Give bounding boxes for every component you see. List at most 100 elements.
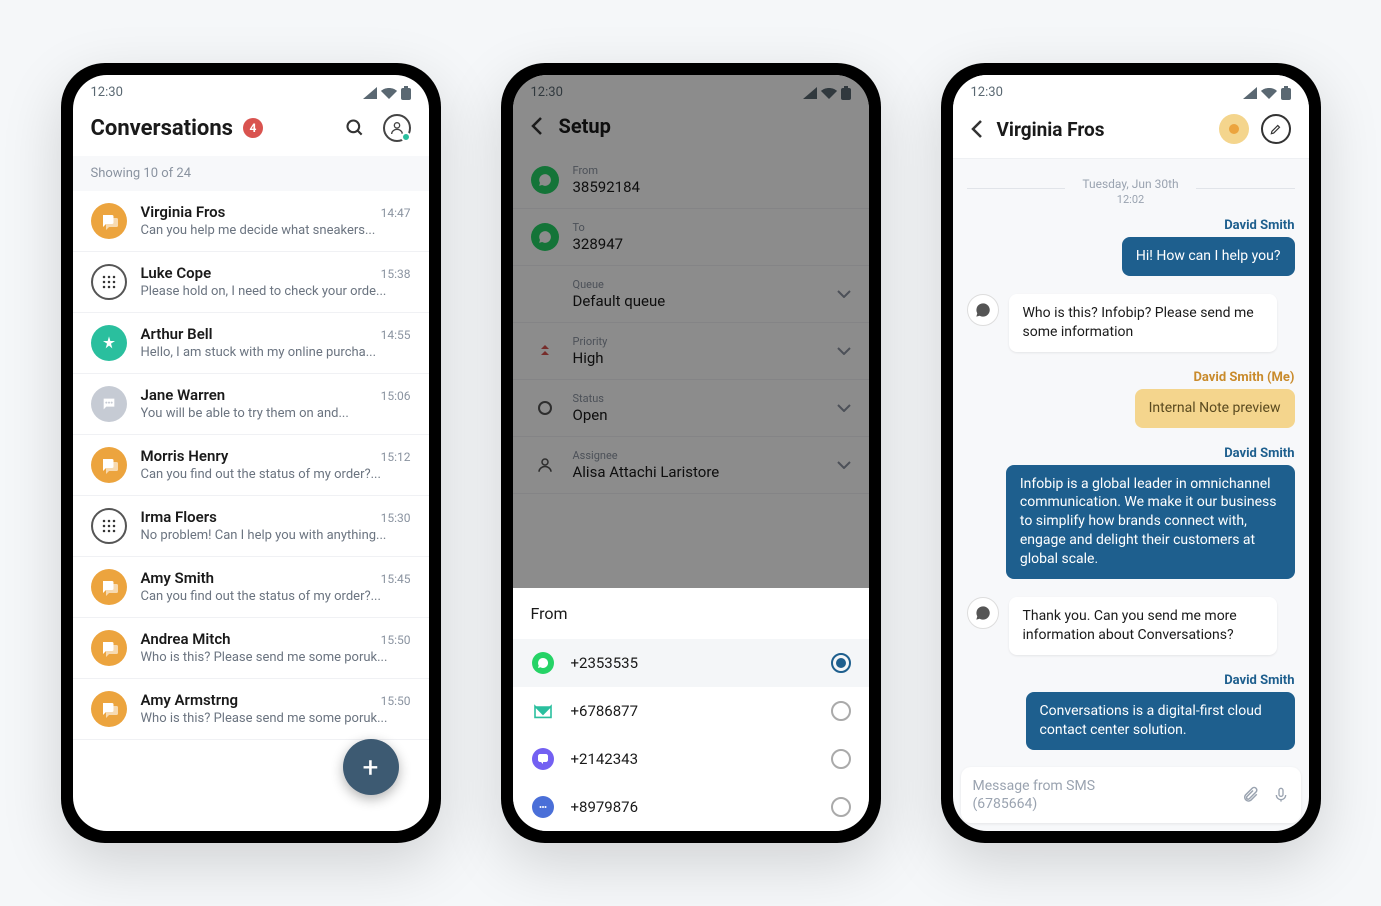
message-preview: Can you find out the status of my order?…: [141, 589, 411, 604]
option-label: +2142343: [571, 750, 815, 768]
option-label: +8979876: [571, 798, 815, 816]
email-icon: [531, 699, 555, 723]
message-time: 15:50: [381, 694, 411, 708]
screen-chat: 12:30 Virginia Fros Tuesday, Jun 30th 12…: [953, 75, 1309, 831]
message-preview: Can you help me decide what sneakers...: [141, 223, 411, 238]
status-badge[interactable]: [1219, 114, 1249, 144]
composer-placeholder-line1: Message from SMS: [973, 777, 1231, 795]
chat-messages[interactable]: Tuesday, Jun 30th 12:02 David Smith Hi! …: [953, 159, 1309, 760]
phone-3: 12:30 Virginia Fros Tuesday, Jun 30th 12…: [941, 63, 1321, 843]
conversation-item[interactable]: Arthur Bell 14:55 Hello, I am stuck with…: [73, 313, 429, 374]
whatsapp-icon: [967, 597, 999, 629]
channel-icon: [91, 569, 127, 605]
back-icon[interactable]: [971, 119, 983, 139]
plus-icon: +: [363, 751, 379, 784]
conversation-item[interactable]: Irma Floers 15:30 No problem! Can I help…: [73, 496, 429, 557]
status-icons: [1243, 86, 1291, 100]
channel-icon: [91, 630, 127, 666]
sheet-option[interactable]: +8979876: [513, 783, 869, 831]
profile-icon[interactable]: [383, 114, 411, 142]
message-bubble: Thank you. Can you send me more informat…: [1009, 597, 1278, 655]
contact-name: Irma Floers: [141, 508, 217, 526]
radio-button[interactable]: [831, 653, 851, 673]
message-composer[interactable]: Message from SMS (6785664): [961, 767, 1301, 823]
channel-icon: [91, 325, 127, 361]
radio-button[interactable]: [831, 797, 851, 817]
chat-icon: [531, 795, 555, 819]
chat-contact-name: Virginia Fros: [997, 118, 1105, 141]
message-bubble: Hi! How can I help you?: [1122, 237, 1295, 276]
attachment-icon[interactable]: [1241, 785, 1259, 805]
sender-label: David Smith (Me): [967, 370, 1295, 385]
sender-label: David Smith: [967, 673, 1295, 688]
message-preview: Can you find out the status of my order?…: [141, 467, 411, 482]
conversation-item[interactable]: Virginia Fros 14:47 Can you help me deci…: [73, 191, 429, 252]
contact-name: Arthur Bell: [141, 325, 213, 343]
sender-label: David Smith: [967, 446, 1295, 461]
message-bubble: Who is this? Infobip? Please send me som…: [1009, 294, 1278, 352]
status-time: 12:30: [91, 85, 123, 100]
page-title: Conversations: [91, 116, 233, 141]
date-divider: Tuesday, Jun 30th: [967, 177, 1295, 191]
mic-icon[interactable]: [1273, 785, 1289, 805]
channel-icon: [91, 691, 127, 727]
channel-icon: [91, 264, 127, 300]
contact-name: Andrea Mitch: [141, 630, 231, 648]
screen-setup: 12:30 Setup From 38592184 To 328947 Queu…: [513, 75, 869, 831]
chat-header: Virginia Fros: [953, 106, 1309, 159]
whatsapp-icon: [967, 294, 999, 326]
wifi-icon: [1261, 87, 1277, 99]
conversation-item[interactable]: Morris Henry 15:12 Can you find out the …: [73, 435, 429, 496]
sender-label: David Smith: [967, 218, 1295, 233]
message-preview: No problem! Can I help you with anything…: [141, 528, 411, 543]
conversation-item[interactable]: Andrea Mitch 15:50 Who is this? Please s…: [73, 618, 429, 679]
conversation-item[interactable]: Jane Warren 15:06 You will be able to tr…: [73, 374, 429, 435]
message-time: 15:45: [381, 572, 411, 586]
message-time: 14:55: [381, 328, 411, 342]
battery-icon: [1281, 86, 1291, 100]
sheet-option[interactable]: +2353535: [513, 639, 869, 687]
message-time: 15:06: [381, 389, 411, 403]
viber-icon: [531, 747, 555, 771]
edit-icon[interactable]: [1261, 114, 1291, 144]
composer-placeholder-line2: (6785664): [973, 795, 1231, 813]
conversation-item[interactable]: Amy Armstrng 15:50 Who is this? Please s…: [73, 679, 429, 740]
message-time: 14:47: [381, 206, 411, 220]
message-bubble: Infobip is a global leader in omnichanne…: [1006, 465, 1295, 579]
date-time: 12:02: [967, 193, 1295, 206]
channel-icon: [91, 203, 127, 239]
message-preview: Hello, I am stuck with my online purcha.…: [141, 345, 411, 360]
status-icons: [363, 86, 411, 100]
option-label: +2353535: [571, 654, 815, 672]
wifi-icon: [381, 87, 397, 99]
message-bubble: Conversations is a digital-first cloud c…: [1026, 692, 1295, 750]
internal-note-bubble: Internal Note preview: [1135, 389, 1295, 428]
conversation-list[interactable]: Virginia Fros 14:47 Can you help me deci…: [73, 191, 429, 797]
message-preview: Please hold on, I need to check your ord…: [141, 284, 411, 299]
contact-name: Virginia Fros: [141, 203, 226, 221]
sheet-title: From: [513, 588, 869, 639]
signal-icon: [1243, 87, 1257, 99]
channel-icon: [91, 508, 127, 544]
contact-name: Morris Henry: [141, 447, 229, 465]
phone-2: 12:30 Setup From 38592184 To 328947 Queu…: [501, 63, 881, 843]
message-time: 15:38: [381, 267, 411, 281]
message-time: 15:12: [381, 450, 411, 464]
contact-name: Jane Warren: [141, 386, 226, 404]
message-preview: Who is this? Please send me some poruk..…: [141, 711, 411, 726]
message-preview: Who is this? Please send me some poruk..…: [141, 650, 411, 665]
new-conversation-fab[interactable]: +: [343, 739, 399, 795]
conversations-header: Conversations 4: [73, 106, 429, 156]
conversation-item[interactable]: Amy Smith 15:45 Can you find out the sta…: [73, 557, 429, 618]
unread-badge: 4: [243, 118, 263, 138]
search-icon[interactable]: [345, 118, 365, 138]
contact-name: Amy Smith: [141, 569, 215, 587]
conversation-item[interactable]: Luke Cope 15:38 Please hold on, I need t…: [73, 252, 429, 313]
channel-icon: [91, 386, 127, 422]
sheet-option[interactable]: +6786877: [513, 687, 869, 735]
radio-button[interactable]: [831, 749, 851, 769]
radio-button[interactable]: [831, 701, 851, 721]
message-time: 15:50: [381, 633, 411, 647]
status-time: 12:30: [971, 85, 1003, 100]
sheet-option[interactable]: +2142343: [513, 735, 869, 783]
